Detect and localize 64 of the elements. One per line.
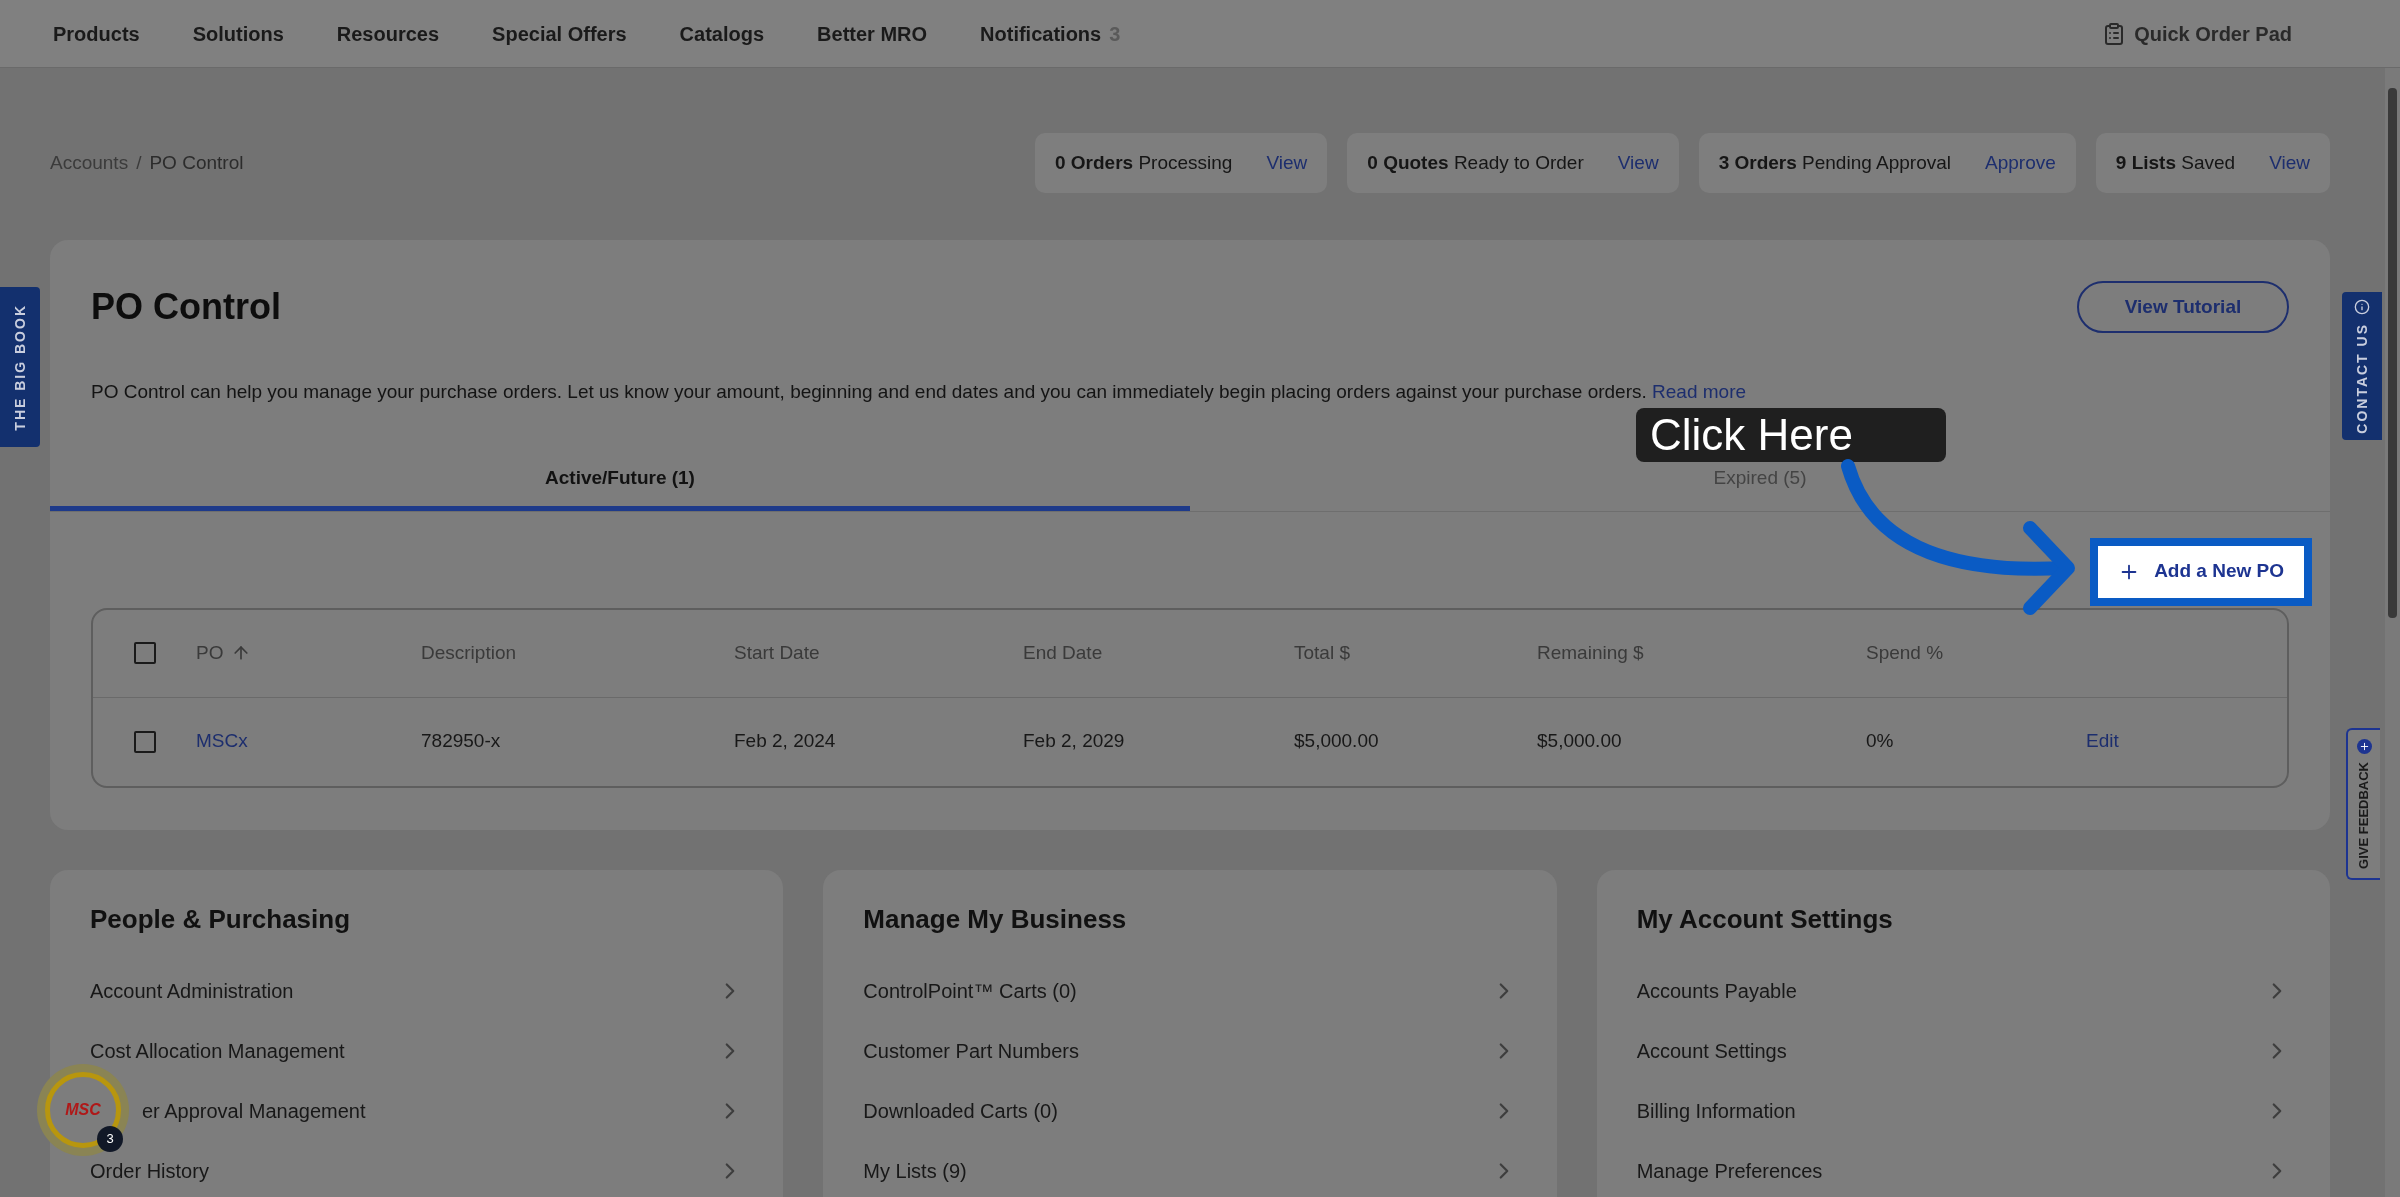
nav-link[interactable]: Products	[53, 18, 140, 49]
section-link[interactable]: Billing Information	[1636, 1095, 1796, 1126]
scrollbar-thumb[interactable]	[2388, 88, 2397, 618]
section-link[interactable]: Account Settings	[1636, 1035, 1787, 1066]
section-title: My Account Settings	[1636, 902, 1894, 936]
section-link[interactable]: Customer Part Numbers	[863, 1035, 1079, 1066]
nav-link[interactable]: Better MRO	[817, 18, 928, 49]
column-header[interactable]: Start Date	[734, 638, 820, 668]
status-text: 9 Lists Saved	[2115, 150, 2236, 175]
section-link[interactable]: Cost Allocation Management	[90, 1035, 345, 1066]
section-link[interactable]: Manage Preferences	[1636, 1155, 1823, 1186]
column-header[interactable]: Remaining $	[1537, 638, 1644, 668]
read-more-link[interactable]: Read more	[1652, 381, 1747, 402]
table-cell: $5,000.00	[1294, 730, 1379, 752]
status-text: 3 Orders Pending Approval	[1718, 150, 1951, 175]
status-link[interactable]: View	[1617, 148, 1659, 178]
section-title: People & Purchasing	[90, 902, 352, 936]
table-cell: Feb 2, 2024	[734, 730, 836, 752]
add-new-po-button[interactable]: Add a New PO	[2090, 537, 2312, 606]
status-link[interactable]: View	[2269, 148, 2310, 178]
section-link[interactable]: er Approval Management	[142, 1095, 366, 1126]
edit-link[interactable]: Edit	[2086, 730, 2119, 752]
msc-logo: MSC	[65, 1100, 101, 1120]
column-header[interactable]: PO	[196, 638, 224, 668]
nav-link[interactable]: Resources	[336, 18, 440, 49]
column-header[interactable]: End Date	[1023, 638, 1103, 668]
section-link[interactable]: Order History	[90, 1155, 209, 1186]
quick-order-pad-link[interactable]: Quick Order Pad	[2102, 18, 2292, 49]
status-text: 0 Orders Processing	[1055, 150, 1233, 175]
column-header[interactable]: Spend %	[1866, 638, 1944, 668]
checkbox[interactable]	[133, 730, 156, 753]
column-header[interactable]: Description	[421, 638, 517, 668]
po-link[interactable]: MSCx	[196, 730, 248, 752]
nav-link[interactable]: Solutions	[192, 18, 284, 49]
breadcrumb-link[interactable]: Accounts	[50, 148, 129, 178]
section-title: Manage My Business	[863, 902, 1128, 936]
table-cell: 782950-x	[421, 730, 501, 752]
section-link[interactable]: Accounts Payable	[1636, 975, 1797, 1006]
table-cell: 0%	[1866, 730, 1894, 752]
nav-link[interactable]: Special Offers	[492, 18, 627, 49]
status-link[interactable]: View	[1266, 148, 1308, 178]
column-header[interactable]: Total $	[1294, 638, 1350, 668]
view-tutorial-button[interactable]: View Tutorial	[2077, 281, 2289, 333]
give-feedback-tab[interactable]: GIVE FEEDBACK	[2346, 728, 2380, 880]
section-link[interactable]: Downloaded Carts (0)	[863, 1095, 1058, 1126]
big-book-tab[interactable]: THE BIG BOOK	[0, 287, 40, 447]
contact-us-tab[interactable]: CONTACT US	[2342, 292, 2382, 440]
info-icon	[2354, 298, 2370, 315]
table-cell: Feb 2, 2029	[1023, 730, 1125, 752]
description-text: PO Control can help you manage your purchase orders. Let us know your amount, beginning and end dates and you can immediately begin placing orders against your purchase orders. Read more	[90, 380, 1748, 404]
status-link[interactable]: Approve	[1985, 148, 2056, 178]
status-text: 0 Quotes Ready to Order	[1367, 150, 1584, 175]
section-link[interactable]: ControlPoint™ Carts (0)	[863, 975, 1077, 1006]
breadcrumb-separator: /	[136, 150, 142, 175]
section-link[interactable]: Account Administration	[90, 975, 294, 1006]
nav-link[interactable]: Catalogs	[679, 18, 765, 49]
notification-count: 3	[97, 1126, 123, 1152]
click-here-callout: Click Here	[1636, 408, 1946, 462]
section-link[interactable]: My Lists (9)	[863, 1155, 967, 1186]
table-cell: $5,000.00	[1537, 730, 1622, 752]
page-title: PO Control	[91, 285, 281, 329]
checkbox[interactable]	[133, 642, 156, 664]
tab[interactable]: Active/Future (1)	[50, 450, 1190, 511]
breadcrumb-current: PO Control	[149, 150, 244, 175]
